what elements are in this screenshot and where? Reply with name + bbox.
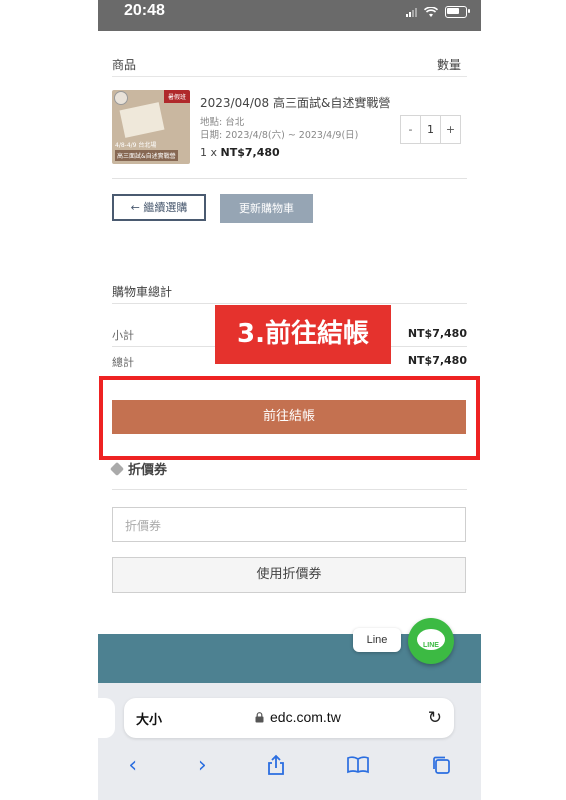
divider: [112, 178, 467, 179]
browser-bar: 大小 edc.com.tw ↻ ‹ ›: [98, 683, 481, 800]
bookmarks-icon[interactable]: [346, 756, 370, 774]
update-cart-button[interactable]: 更新購物車: [220, 194, 313, 223]
phone-screen: 20:48 商品 數量 暑假班 4/8-4/9 台北場 高三面試&自述實戰營 2…: [98, 0, 481, 800]
line-chat-label[interactable]: Line: [353, 628, 401, 652]
continue-shopping-button[interactable]: ← 繼續選購: [112, 194, 206, 221]
remove-item-icon[interactable]: [114, 91, 128, 105]
product-location: 地點: 台北: [200, 117, 245, 128]
coupon-title: 折價券: [128, 463, 168, 478]
product-date: 日期: 2023/4/8(六) ~ 2023/4/9(日): [200, 130, 359, 141]
product-title[interactable]: 2023/04/08 高三面試&自述實戰營: [200, 94, 390, 111]
total-label: 總計: [112, 356, 134, 369]
battery-icon: [445, 6, 470, 18]
qty-plus-button[interactable]: +: [441, 116, 460, 143]
subtotal-value: NT$7,480: [407, 327, 467, 340]
browser-toolbar: ‹ ›: [98, 745, 481, 785]
qty-minus-button[interactable]: -: [401, 116, 420, 143]
signal-icon: [406, 7, 417, 17]
checkout-button[interactable]: 前往結帳: [112, 400, 466, 434]
apply-coupon-button[interactable]: 使用折價券: [112, 557, 466, 593]
thumb-caption: 高三面試&自述實戰營: [115, 150, 178, 161]
thumb-badge: 暑假班: [163, 90, 190, 103]
lock-icon: [255, 712, 264, 723]
header-product: 商品: [112, 58, 137, 72]
subtotal-label: 小計: [112, 329, 134, 342]
divider: [112, 303, 467, 304]
status-icons: [406, 6, 470, 18]
product-price: 1 x NT$7,480: [200, 146, 280, 159]
reload-icon[interactable]: ↻: [428, 708, 442, 728]
line-icon: LINE: [417, 629, 445, 650]
cart-table-header: 商品 數量: [112, 56, 467, 77]
share-icon[interactable]: [267, 754, 285, 776]
step-annotation: 3.前往結帳: [215, 305, 391, 364]
coupon-heading: 折價券: [109, 459, 168, 478]
tabs-icon[interactable]: [431, 755, 451, 775]
header-quantity: 數量: [436, 58, 461, 72]
thumb-caption: 4/8-4/9 台北場: [115, 142, 157, 149]
text-size-button[interactable]: 大小: [136, 709, 162, 728]
cart-totals-title: 購物車總計: [112, 285, 173, 299]
status-time: 20:48: [124, 2, 165, 19]
url-text[interactable]: edc.com.tw: [270, 709, 341, 725]
qty-input[interactable]: 1: [420, 116, 441, 143]
line-chat-button[interactable]: LINE: [408, 618, 454, 664]
divider: [112, 489, 467, 490]
forward-icon[interactable]: ›: [198, 753, 207, 778]
address-bar[interactable]: 大小 edc.com.tw ↻: [124, 698, 454, 738]
tag-icon: [109, 461, 125, 476]
back-icon[interactable]: ‹: [128, 753, 137, 778]
previous-tab-preview[interactable]: [98, 698, 115, 738]
total-value: NT$7,480: [407, 354, 467, 367]
coupon-input[interactable]: 折價券: [112, 507, 466, 542]
wifi-icon: [424, 6, 438, 17]
status-bar: 20:48: [98, 0, 481, 31]
quantity-stepper[interactable]: - 1 +: [400, 115, 461, 144]
